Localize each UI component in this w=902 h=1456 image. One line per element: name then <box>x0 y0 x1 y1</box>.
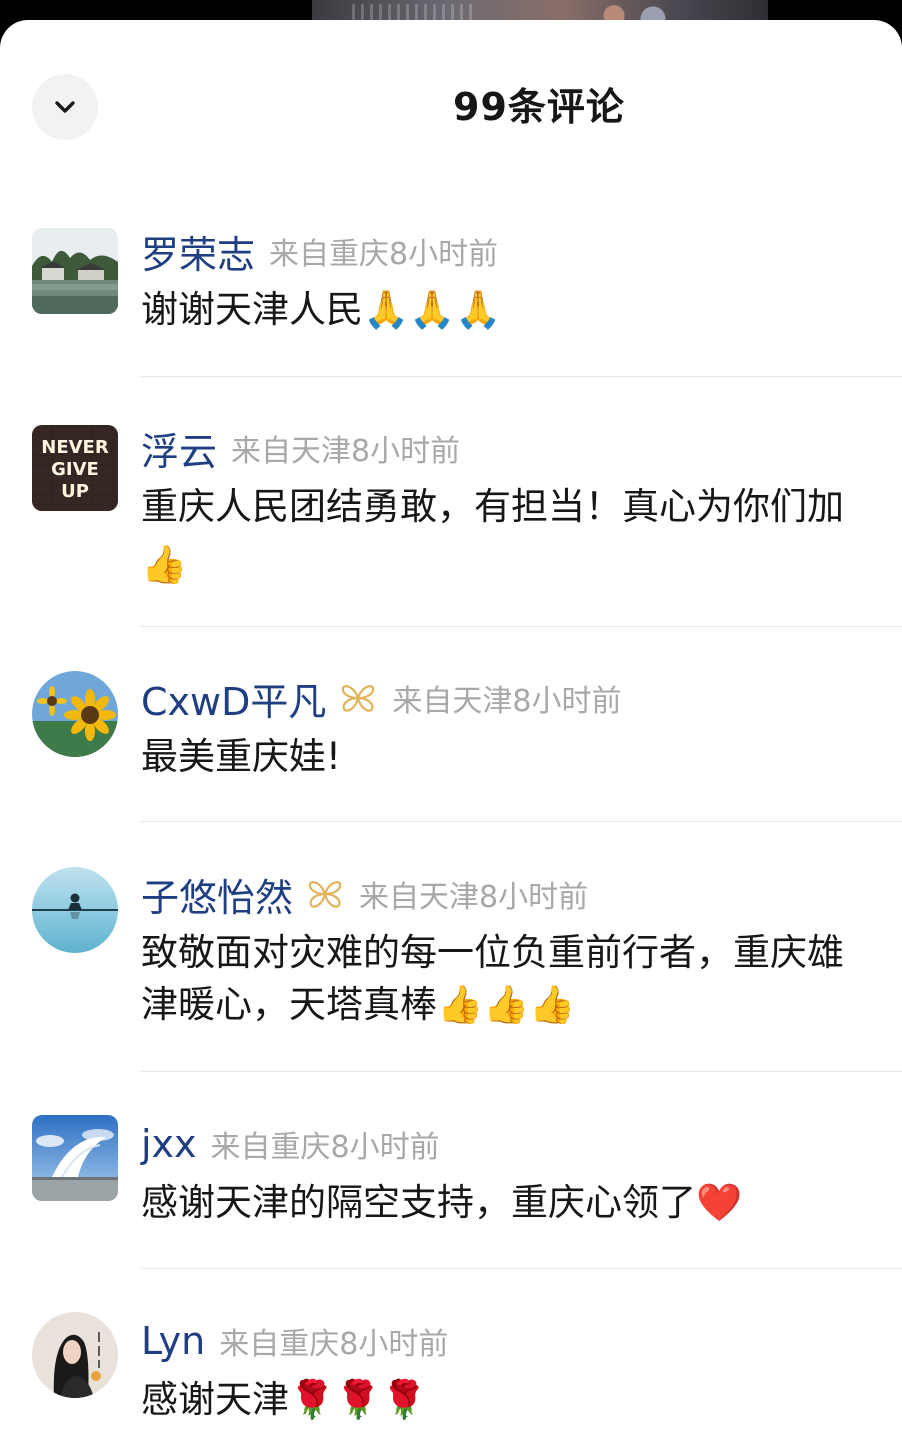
comment-header: 浮云 来自天津 8小时前 <box>141 421 461 476</box>
sunflower-avatar[interactable] <box>32 671 118 757</box>
comment-time: 8小时前 <box>389 237 499 272</box>
svg-text:UP: UP <box>61 481 89 502</box>
comment-text[interactable]: 感谢天津的隔空支持，重庆心领了❤️ <box>141 1177 902 1229</box>
landscape-avatar[interactable] <box>32 228 118 314</box>
comment-time: 8小时前 <box>479 880 589 915</box>
comment-header: 子悠怡然 来自天津 8小时前 <box>141 867 589 922</box>
meditation-avatar[interactable] <box>32 867 118 953</box>
comment-line: 谢谢天津人民🙏🙏🙏 <box>141 288 502 331</box>
comment-line: 致敬面对灾难的每一位负重前行者，重庆雄 <box>141 931 844 974</box>
comment-line: 最美重庆娃! <box>141 735 341 778</box>
comment-location: 来自天津 <box>392 684 513 719</box>
comment-author[interactable]: Lyn <box>141 1319 205 1363</box>
comment-text[interactable]: 感谢天津🌹🌹🌹 <box>141 1374 902 1426</box>
comment-location: 来自重庆 <box>219 1327 340 1362</box>
comment-divider <box>141 626 902 627</box>
comment-text[interactable]: 致敬面对灾难的每一位负重前行者，重庆雄 津暖心，天塔真棒👍👍👍 <box>141 927 902 1031</box>
comment-divider <box>141 821 902 822</box>
comment-author[interactable]: CxwD平凡 <box>141 671 326 726</box>
comment-location: 来自天津 <box>231 434 352 469</box>
comment-location: 来自天津 <box>359 880 480 915</box>
comment-author[interactable]: 浮云 <box>141 421 217 476</box>
comment-divider <box>141 1268 902 1269</box>
comment-count-title: 99条评论 <box>453 85 625 129</box>
comment-text[interactable]: 重庆人民团结勇敢，有担当！真心为你们加 👍 <box>141 481 902 591</box>
portrait-avatar[interactable] <box>32 1312 118 1398</box>
comment-divider <box>141 1071 902 1072</box>
comment-text[interactable]: 最美重庆娃! <box>141 731 902 783</box>
comment-author[interactable]: 罗荣志 <box>141 224 255 279</box>
comment-header: jxx 来自重庆 8小时前 <box>141 1119 440 1169</box>
comment-sheet: 99条评论 罗荣志 来自重庆 8小时前 谢谢天津人民🙏🙏🙏 NEVER GIVE… <box>0 20 902 1456</box>
comment-line: 重庆人民团结勇敢，有担当！真心为你们加 <box>141 485 844 528</box>
comment-time: 8小时前 <box>339 1327 449 1362</box>
stadium-avatar[interactable] <box>32 1115 118 1201</box>
comment-author[interactable]: jxx <box>141 1122 197 1166</box>
comment-line: 感谢天津的隔空支持，重庆心领了❤️ <box>141 1181 743 1224</box>
comment-header: CxwD平凡 来自天津 8小时前 <box>141 671 622 726</box>
comment-location: 来自重庆 <box>269 237 390 272</box>
comment-header: Lyn 来自重庆 8小时前 <box>141 1316 448 1366</box>
comment-author[interactable]: 子悠怡然 <box>141 867 293 922</box>
comment-divider <box>141 376 902 377</box>
never-give-up-avatar[interactable]: NEVER GIVE UP <box>32 425 118 511</box>
butterfly-badge-icon <box>308 881 342 908</box>
comment-time: 8小时前 <box>512 684 622 719</box>
comment-time: 8小时前 <box>351 434 461 469</box>
comment-header: 罗荣志 来自重庆 8小时前 <box>141 224 499 279</box>
comment-text[interactable]: 谢谢天津人民🙏🙏🙏 <box>141 284 902 336</box>
comment-location: 来自重庆 <box>210 1130 331 1165</box>
comment-line: 感谢天津🌹🌹🌹 <box>141 1378 428 1421</box>
butterfly-badge-icon <box>342 685 375 712</box>
comment-line: 👍 <box>141 543 188 586</box>
comment-time: 8小时前 <box>330 1130 440 1165</box>
svg-text:NEVER: NEVER <box>41 437 109 458</box>
comment-line: 津暖心，天塔真棒👍👍👍 <box>141 983 576 1026</box>
svg-text:GIVE: GIVE <box>51 459 99 480</box>
